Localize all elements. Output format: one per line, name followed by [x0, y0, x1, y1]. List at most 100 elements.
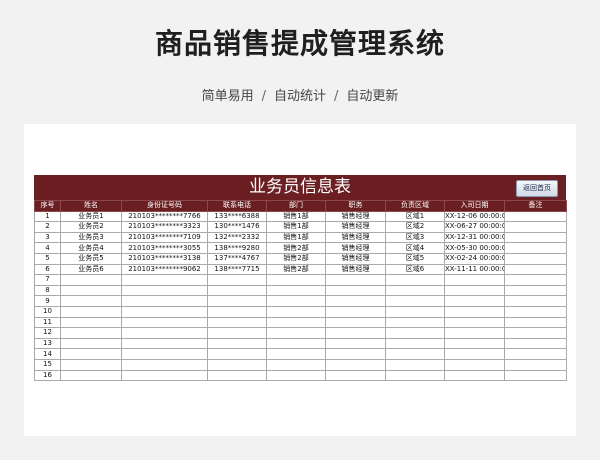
cell-remark[interactable] [504, 369, 567, 382]
cell-name[interactable] [60, 369, 122, 382]
cell-id-number[interactable] [121, 337, 208, 350]
cell-name[interactable] [60, 327, 122, 339]
cell-id-number[interactable]: 210103********3055 [121, 242, 208, 254]
cell-region[interactable] [385, 284, 445, 297]
cell-index[interactable]: 11 [34, 316, 61, 329]
cell-phone[interactable]: 132****2332 [207, 231, 267, 244]
cell-region[interactable] [385, 337, 445, 350]
cell-region[interactable]: 区域3 [385, 231, 445, 244]
cell-index[interactable]: 10 [34, 305, 61, 318]
cell-phone[interactable]: 137****4767 [207, 252, 267, 265]
cell-region[interactable] [385, 305, 445, 318]
cell-position[interactable] [325, 327, 386, 339]
cell-name[interactable] [60, 337, 122, 350]
cell-position[interactable]: 销售经理 [325, 210, 386, 223]
cell-phone[interactable] [207, 305, 267, 318]
cell-index[interactable]: 16 [34, 369, 61, 382]
cell-region[interactable]: 区域5 [385, 252, 445, 265]
cell-department[interactable] [266, 327, 326, 339]
cell-region[interactable]: 区域2 [385, 221, 445, 233]
cell-phone[interactable]: 138****7715 [207, 263, 267, 276]
cell-department[interactable] [266, 369, 326, 382]
cell-join-date[interactable] [444, 316, 505, 329]
cell-position[interactable] [325, 284, 386, 297]
cell-index[interactable]: 8 [34, 284, 61, 297]
cell-department[interactable] [266, 274, 326, 286]
cell-remark[interactable] [504, 221, 567, 233]
cell-index[interactable]: 1 [34, 210, 61, 223]
cell-join-date[interactable]: XX-12-06 00:00:00 [444, 210, 505, 223]
cell-name[interactable]: 业务员6 [60, 263, 122, 276]
cell-position[interactable] [325, 337, 386, 350]
cell-name[interactable] [60, 358, 122, 371]
cell-index[interactable]: 7 [34, 274, 61, 286]
cell-position[interactable] [325, 295, 386, 307]
cell-phone[interactable] [207, 337, 267, 350]
cell-remark[interactable] [504, 316, 567, 329]
cell-join-date[interactable] [444, 274, 505, 286]
cell-region[interactable] [385, 358, 445, 371]
cell-phone[interactable] [207, 274, 267, 286]
cell-phone[interactable] [207, 369, 267, 382]
cell-id-number[interactable] [121, 274, 208, 286]
cell-remark[interactable] [504, 327, 567, 339]
cell-id-number[interactable] [121, 295, 208, 307]
cell-index[interactable]: 3 [34, 231, 61, 244]
cell-region[interactable]: 区域6 [385, 263, 445, 276]
cell-join-date[interactable] [444, 327, 505, 339]
cell-id-number[interactable] [121, 284, 208, 297]
cell-name[interactable]: 业务员3 [60, 231, 122, 244]
cell-join-date[interactable] [444, 295, 505, 307]
cell-position[interactable]: 销售经理 [325, 263, 386, 276]
cell-remark[interactable] [504, 284, 567, 297]
cell-id-number[interactable]: 210103********7766 [121, 210, 208, 223]
cell-name[interactable]: 业务员1 [60, 210, 122, 223]
cell-region[interactable]: 区域1 [385, 210, 445, 223]
cell-phone[interactable]: 130****1476 [207, 221, 267, 233]
cell-phone[interactable]: 133****6388 [207, 210, 267, 223]
cell-department[interactable]: 销售2部 [266, 252, 326, 265]
cell-join-date[interactable] [444, 284, 505, 297]
cell-region[interactable] [385, 274, 445, 286]
cell-remark[interactable] [504, 252, 567, 265]
cell-name[interactable]: 业务员2 [60, 221, 122, 233]
cell-remark[interactable] [504, 305, 567, 318]
cell-position[interactable] [325, 358, 386, 371]
cell-position[interactable]: 销售经理 [325, 242, 386, 254]
cell-index[interactable]: 4 [34, 242, 61, 254]
cell-remark[interactable] [504, 358, 567, 371]
cell-name[interactable] [60, 316, 122, 329]
cell-id-number[interactable] [121, 327, 208, 339]
cell-index[interactable]: 13 [34, 337, 61, 350]
cell-department[interactable] [266, 358, 326, 371]
cell-remark[interactable] [504, 210, 567, 223]
cell-position[interactable] [325, 305, 386, 318]
cell-join-date[interactable]: XX-05-30 00:00:00 [444, 242, 505, 254]
cell-id-number[interactable]: 210103********3323 [121, 221, 208, 233]
cell-phone[interactable]: 138****9280 [207, 242, 267, 254]
cell-id-number[interactable]: 210103********3138 [121, 252, 208, 265]
cell-id-number[interactable] [121, 316, 208, 329]
cell-position[interactable]: 销售经理 [325, 231, 386, 244]
cell-name[interactable] [60, 348, 122, 360]
cell-position[interactable] [325, 316, 386, 329]
cell-join-date[interactable] [444, 348, 505, 360]
cell-remark[interactable] [504, 337, 567, 350]
cell-department[interactable] [266, 295, 326, 307]
cell-position[interactable] [325, 274, 386, 286]
cell-department[interactable] [266, 348, 326, 360]
cell-region[interactable] [385, 316, 445, 329]
cell-join-date[interactable] [444, 337, 505, 350]
cell-phone[interactable] [207, 284, 267, 297]
cell-department[interactable]: 销售1部 [266, 210, 326, 223]
cell-index[interactable]: 9 [34, 295, 61, 307]
cell-remark[interactable] [504, 263, 567, 276]
cell-index[interactable]: 15 [34, 358, 61, 371]
cell-join-date[interactable] [444, 369, 505, 382]
cell-region[interactable] [385, 295, 445, 307]
cell-position[interactable]: 销售经理 [325, 252, 386, 265]
cell-join-date[interactable]: XX-02-24 00:00:00 [444, 252, 505, 265]
cell-department[interactable]: 销售1部 [266, 231, 326, 244]
cell-name[interactable] [60, 305, 122, 318]
cell-phone[interactable] [207, 358, 267, 371]
